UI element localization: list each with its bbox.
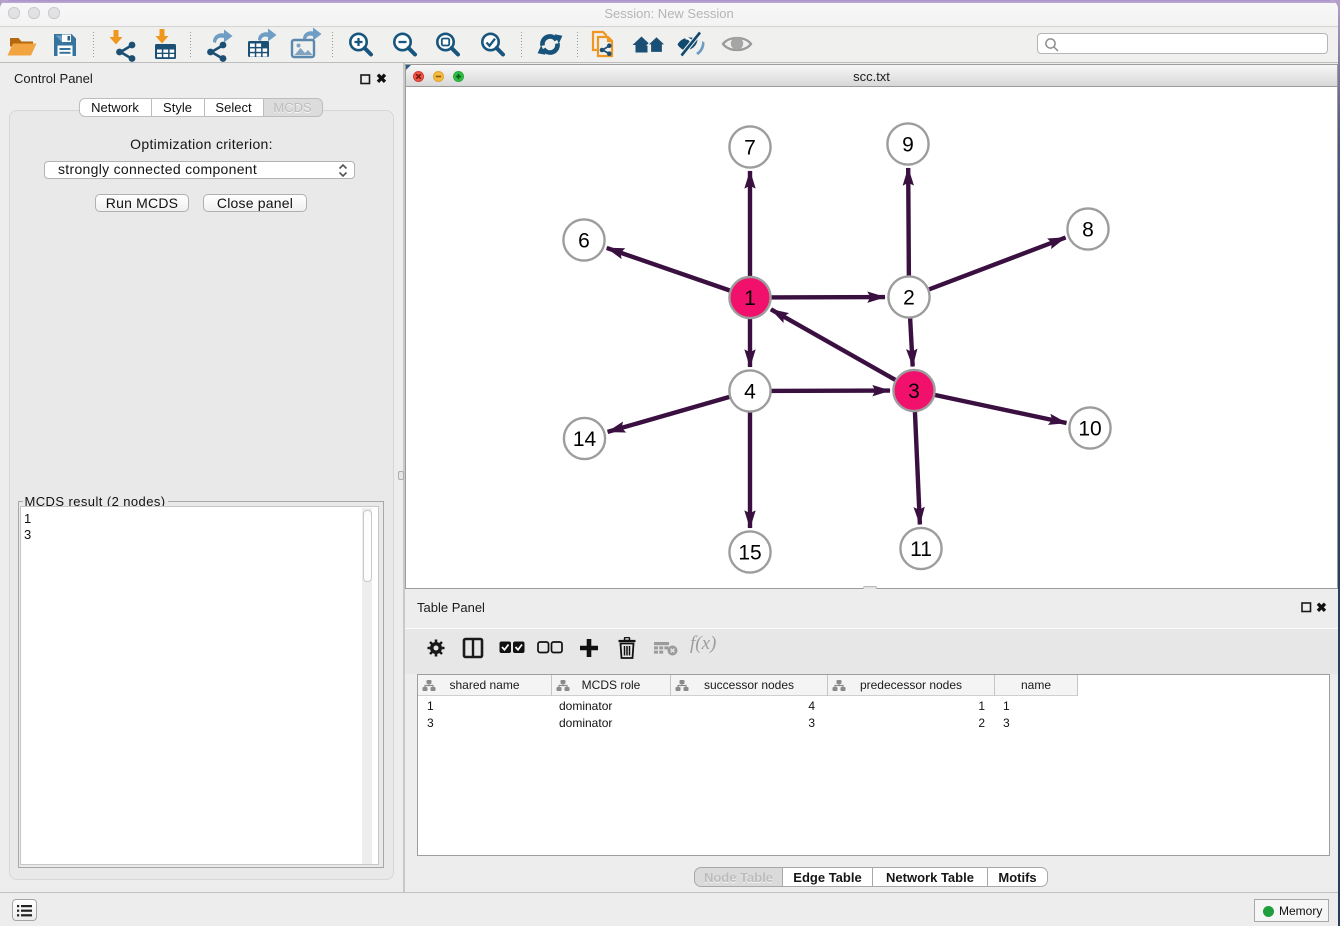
svg-text:7: 7	[744, 137, 756, 160]
svg-text:4: 4	[744, 381, 756, 404]
svg-text:9: 9	[902, 134, 914, 157]
svg-text:15: 15	[738, 542, 761, 565]
svg-text:1: 1	[744, 287, 756, 310]
svg-text:3: 3	[908, 380, 920, 403]
svg-text:11: 11	[910, 538, 932, 561]
svg-text:14: 14	[573, 428, 597, 451]
svg-text:6: 6	[578, 230, 590, 253]
svg-text:10: 10	[1078, 418, 1101, 441]
svg-text:8: 8	[1082, 219, 1094, 242]
svg-text:2: 2	[903, 287, 915, 310]
